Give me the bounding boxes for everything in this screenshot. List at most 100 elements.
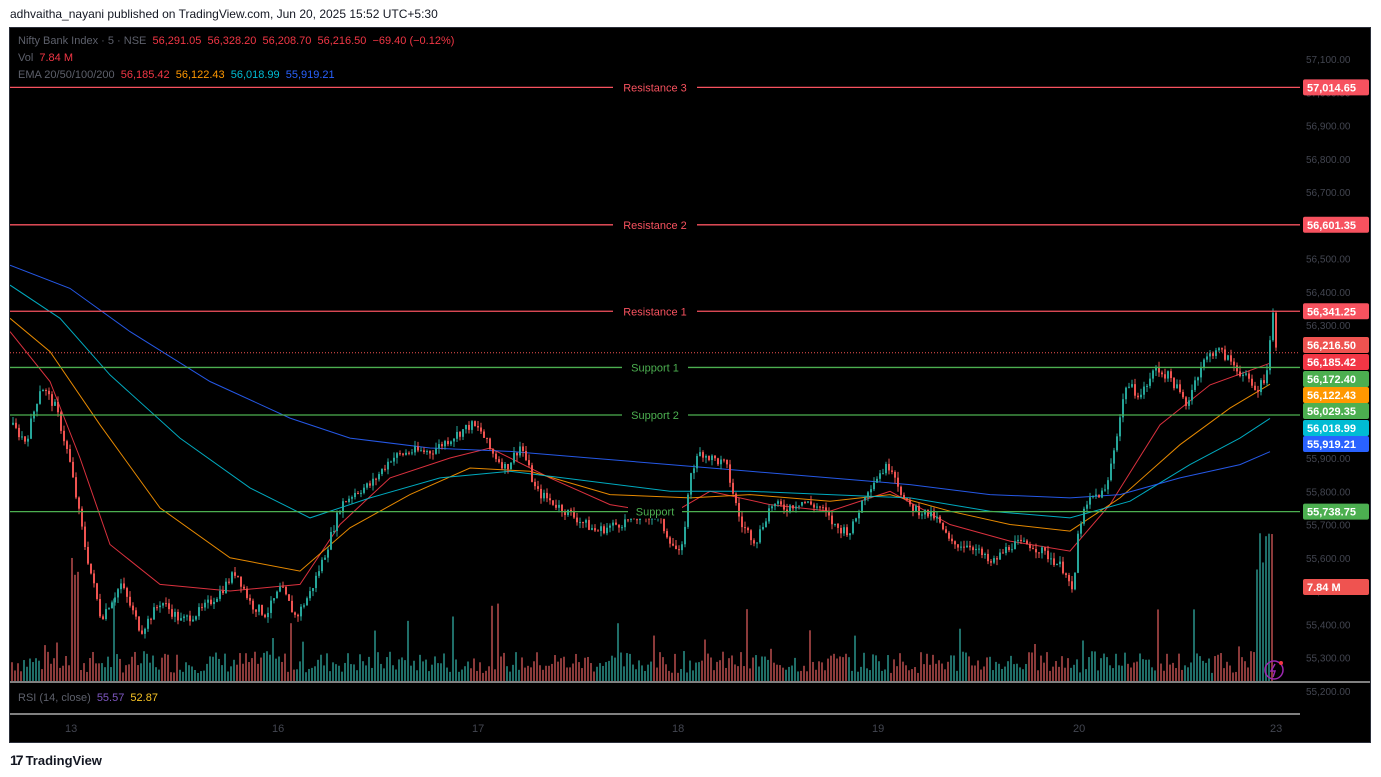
volume-bar bbox=[1061, 656, 1063, 681]
candle-body bbox=[891, 470, 893, 472]
volume-bar bbox=[47, 651, 49, 681]
tradingview-logo[interactable]: 17 TradingView bbox=[10, 752, 102, 768]
rsi-label[interactable]: RSI (14, close) bbox=[18, 692, 91, 704]
candle-body bbox=[1125, 387, 1127, 400]
volume-bar bbox=[1193, 609, 1195, 681]
candle-body bbox=[462, 429, 464, 437]
candle-body bbox=[882, 473, 884, 475]
candle-body bbox=[672, 543, 674, 546]
candle-body bbox=[1005, 546, 1007, 554]
volume-bar bbox=[623, 666, 625, 681]
candle-body bbox=[861, 500, 863, 513]
volume-bar bbox=[725, 667, 727, 681]
candle-body bbox=[1089, 497, 1091, 505]
candle-body bbox=[567, 509, 569, 516]
volume-bar bbox=[782, 667, 784, 681]
candle-body bbox=[507, 464, 509, 470]
volume-bar bbox=[236, 664, 238, 681]
volume-bar bbox=[1064, 667, 1066, 681]
volume-bar bbox=[131, 656, 133, 681]
volume-bar bbox=[692, 670, 694, 681]
volume-bar bbox=[305, 672, 307, 681]
volume-bar bbox=[251, 658, 253, 681]
candle-body bbox=[57, 401, 59, 413]
candle-body bbox=[396, 453, 398, 458]
candle-body bbox=[1167, 371, 1169, 379]
volume-bar bbox=[896, 666, 898, 681]
volume-bar bbox=[1178, 653, 1180, 681]
volume-bar bbox=[575, 653, 577, 681]
volume-bar bbox=[890, 672, 892, 681]
volume-bar bbox=[689, 660, 691, 681]
candle-body bbox=[738, 503, 740, 517]
volume-bar bbox=[551, 663, 553, 681]
candle-body bbox=[228, 581, 230, 583]
candle-body bbox=[348, 498, 350, 503]
volume-bar bbox=[1157, 609, 1159, 681]
y-tick-label: 55,800.00 bbox=[1306, 487, 1351, 498]
volume-bar bbox=[1223, 668, 1225, 681]
volume-bar bbox=[647, 664, 649, 681]
candle-body bbox=[123, 583, 125, 589]
volume-bar bbox=[971, 665, 973, 681]
volume-bar bbox=[767, 659, 769, 681]
candle-body bbox=[39, 391, 41, 404]
volume-bar bbox=[578, 662, 580, 681]
volume-bar bbox=[779, 665, 781, 681]
volume-bar bbox=[1082, 640, 1084, 681]
volume-bar bbox=[641, 665, 643, 681]
high-value: 56,328.20 bbox=[207, 35, 257, 47]
candle-body bbox=[453, 438, 455, 442]
ema200-line bbox=[10, 264, 1271, 499]
volume-bar bbox=[548, 665, 550, 681]
volume-bar bbox=[485, 670, 487, 681]
candle-body bbox=[384, 468, 386, 470]
volume-bar bbox=[1019, 667, 1021, 681]
volume-bar bbox=[149, 662, 151, 681]
volume-bar bbox=[527, 665, 529, 681]
volume-bar bbox=[677, 672, 679, 681]
candle-body bbox=[300, 606, 302, 617]
candle-body bbox=[1065, 573, 1067, 575]
volume-bar bbox=[542, 669, 544, 681]
symbol-name[interactable]: Nifty Bank Index · 5 · NSE bbox=[18, 35, 146, 47]
candle-body bbox=[966, 545, 968, 548]
candle-body bbox=[1116, 436, 1118, 451]
volume-bar bbox=[170, 672, 172, 681]
y-tick-label: 56,700.00 bbox=[1306, 188, 1351, 199]
candle-body bbox=[678, 549, 680, 551]
candle-body bbox=[363, 487, 365, 493]
candle-body bbox=[213, 601, 215, 605]
candle-body bbox=[153, 607, 155, 620]
candle-body bbox=[903, 494, 905, 499]
volume-bar bbox=[224, 653, 226, 681]
volume-bar bbox=[311, 667, 313, 681]
volume-bar bbox=[425, 659, 427, 681]
candle-body bbox=[447, 441, 449, 445]
volume-bar bbox=[695, 662, 697, 681]
candle-body bbox=[1008, 546, 1010, 551]
chart-panel[interactable]: 57,100.0057,000.0056,900.0056,800.0056,7… bbox=[9, 27, 1371, 743]
volume-bar bbox=[560, 658, 562, 681]
x-tick-label: 18 bbox=[672, 723, 684, 735]
volume-label[interactable]: Vol bbox=[18, 52, 33, 64]
candle-body bbox=[111, 602, 113, 609]
volume-bar bbox=[179, 669, 181, 681]
volume-bar bbox=[656, 667, 658, 681]
x-tick-label: 13 bbox=[65, 723, 77, 735]
x-tick-label: 17 bbox=[472, 723, 484, 735]
candle-body bbox=[588, 520, 590, 530]
candle-body bbox=[582, 522, 584, 524]
volume-bar bbox=[1070, 667, 1072, 681]
price-chart[interactable]: 57,100.0057,000.0056,900.0056,800.0056,7… bbox=[10, 28, 1371, 743]
candle-body bbox=[21, 436, 23, 438]
candle-body bbox=[1068, 574, 1070, 582]
volume-bar bbox=[764, 656, 766, 681]
candle-body bbox=[48, 390, 50, 395]
volume-bar bbox=[344, 662, 346, 681]
volume-bar bbox=[602, 665, 604, 681]
candle-body bbox=[792, 505, 794, 509]
level-label: Resistance 3 bbox=[623, 82, 687, 94]
volume-bar bbox=[194, 669, 196, 681]
ema-label[interactable]: EMA 20/50/100/200 bbox=[18, 69, 115, 81]
